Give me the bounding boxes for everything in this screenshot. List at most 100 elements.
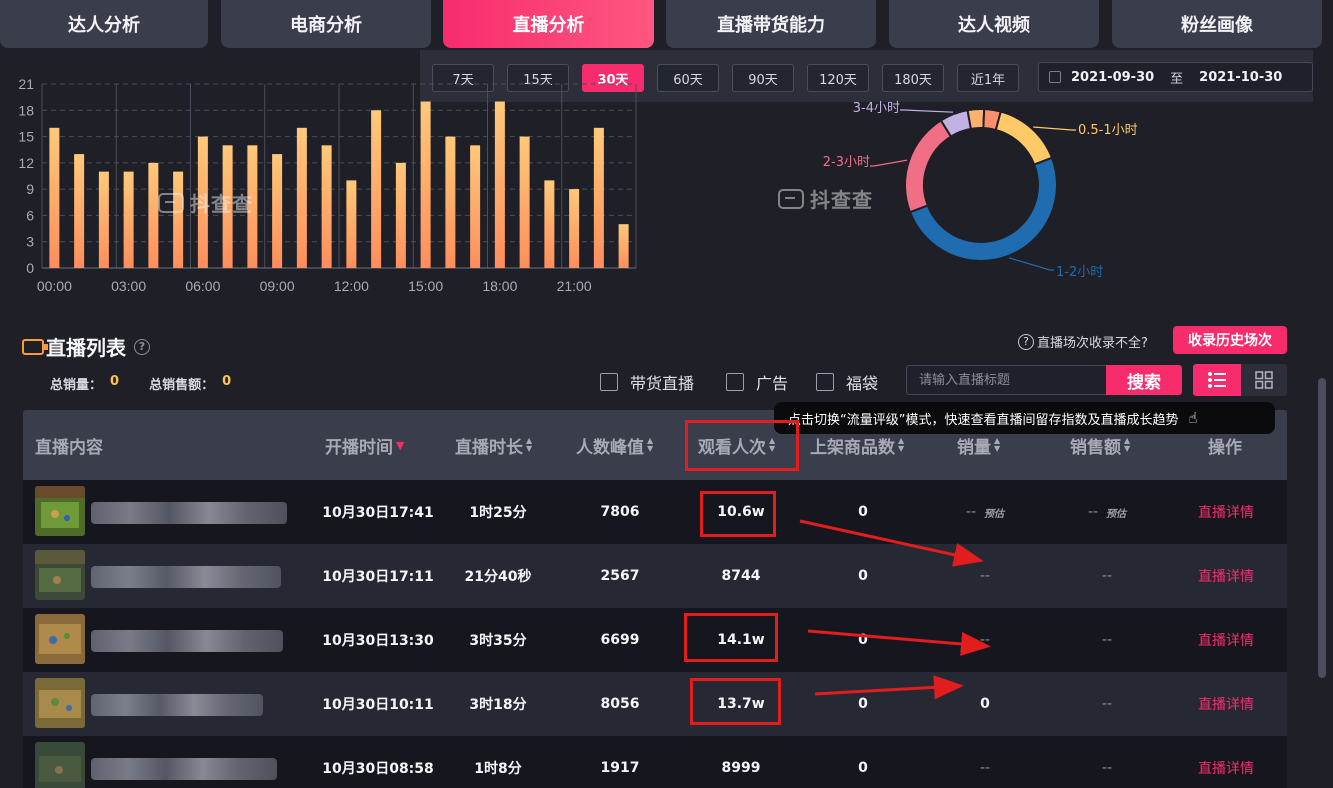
traffic-rating-tooltip: 点击切换“流量评级”模式，快速查看直播间留存指数及直播成长趋势 ☝ [774, 402, 1275, 434]
question-icon: ? [1018, 333, 1034, 350]
y-tick-label: 6 [26, 207, 34, 223]
col-live-content: 直播内容 [35, 437, 103, 458]
sales-cell: -- [979, 568, 991, 584]
checkbox[interactable] [816, 373, 834, 391]
annotation-box-views-row3 [684, 613, 778, 662]
checkbox[interactable] [600, 373, 618, 391]
amount-cell: -- [1101, 696, 1113, 712]
donut-label: 1-2小时 [1056, 265, 1103, 280]
sort-icon: ▲ ▼ [1124, 436, 1131, 453]
tab-live-sales-ability[interactable]: 直播带货能力 [666, 0, 876, 48]
duration-cell: 3时35分 [469, 633, 527, 649]
live-list-table: 直播内容 开播时间 ▼ 直播时长 ▲ ▼ 人数峰值 ▲ ▼ 观看人次 ▲ ▼ 上架商品数 ▲ ▼ … [23, 410, 1287, 788]
checkbox[interactable] [726, 373, 744, 391]
bar [395, 162, 406, 268]
bar [173, 171, 184, 268]
x-tick-label: 06:00 [185, 278, 220, 294]
search-button[interactable]: 搜索 [1106, 365, 1182, 395]
live-cover-thumbnail[interactable] [35, 614, 85, 664]
start-time-cell: 10月30日17:41 [322, 505, 434, 521]
record-history-button[interactable]: 收录历史场次 [1173, 326, 1287, 354]
donut-leader-line [1008, 257, 1054, 271]
tab-fan-profile[interactable]: 粉丝画像 [1112, 0, 1322, 48]
range-60-days-button[interactable]: 60天 [657, 64, 719, 92]
live-cover-thumbnail[interactable] [35, 742, 85, 788]
start-time-cell: 10月30日10:11 [322, 697, 434, 713]
date-end: 2021-10-30 [1199, 69, 1283, 85]
live-detail-link[interactable]: 直播详情 [1163, 672, 1289, 736]
duration-cell: 3时18分 [469, 697, 527, 713]
views-cell: 8999 [721, 760, 761, 776]
y-tick-label: 21 [18, 76, 34, 92]
views-cell: 8744 [721, 568, 761, 584]
grid-view-toggle[interactable] [1241, 364, 1287, 396]
totals-summary: 总销量： 0 总销售额： 0 [50, 374, 253, 393]
list-view-toggle[interactable] [1193, 364, 1241, 396]
filter-commerce-live[interactable]: 带货直播 [600, 370, 694, 394]
y-tick-label: 3 [26, 234, 34, 250]
donut-label: 3-4小时 [853, 101, 900, 116]
live-title-blurred [91, 502, 287, 524]
bar [494, 101, 505, 269]
bar [346, 180, 357, 268]
table-row: 10月30日13:30 3时35分 6699 14.1w 0 -- -- 直播详… [23, 608, 1287, 672]
range-90-days-button[interactable]: 90天 [732, 64, 794, 92]
col-start-time[interactable]: 开播时间 ▼ [325, 410, 404, 480]
donut-slice [908, 156, 1058, 262]
bar [445, 136, 456, 268]
live-list-title: 直播列表 ? [22, 332, 150, 361]
live-detail-link[interactable]: 直播详情 [1163, 608, 1289, 672]
products-cell: 0 [858, 632, 868, 648]
sales-cell: -- 预估 [965, 504, 1005, 520]
x-tick-label: 21:00 [557, 278, 592, 294]
tab-influencer-analysis[interactable]: 达人分析 [0, 0, 208, 48]
peak-cell: 1917 [600, 760, 640, 776]
x-tick-label: 12:00 [334, 278, 369, 294]
live-detail-link[interactable]: 直播详情 [1163, 480, 1289, 544]
incomplete-notice[interactable]: ? 直播场次收录不全? [1018, 332, 1148, 351]
tab-influencer-videos[interactable]: 达人视频 [889, 0, 1099, 48]
live-detail-link[interactable]: 直播详情 [1163, 736, 1289, 788]
tab-ecommerce-analysis[interactable]: 电商分析 [221, 0, 431, 48]
table-row: 10月30日08:58 1时8分 1917 8999 0 -- -- 直播详情 [23, 736, 1287, 788]
table-row: 10月30日17:11 21分40秒 2567 8744 0 -- -- 直播详… [23, 544, 1287, 608]
help-icon[interactable]: ? [134, 338, 150, 355]
live-title-search-input[interactable] [906, 365, 1107, 395]
sort-icon: ▲ ▼ [994, 436, 1001, 453]
range-180-days-button[interactable]: 180天 [882, 64, 944, 92]
live-cover-thumbnail[interactable] [35, 550, 85, 600]
live-title-blurred [91, 630, 283, 652]
live-cover-thumbnail[interactable] [35, 486, 85, 536]
tab-live-analysis[interactable]: 直播分析 [443, 0, 654, 48]
watermark-logo-icon [158, 192, 184, 213]
range-1-year-button[interactable]: 近1年 [957, 64, 1019, 92]
live-title-blurred [91, 694, 263, 716]
bar [321, 145, 332, 268]
filter-ads[interactable]: 广告 [726, 370, 788, 394]
products-cell: 0 [858, 504, 868, 520]
annotation-box-views-row1 [700, 491, 776, 537]
col-peak-viewers[interactable]: 人数峰值 ▲ ▼ [576, 410, 653, 480]
products-cell: 0 [858, 696, 868, 712]
start-time-cell: 10月30日17:11 [322, 569, 434, 585]
bar [74, 154, 85, 268]
sort-icon: ▲ ▼ [898, 436, 905, 453]
bar [569, 189, 580, 268]
bar [148, 162, 159, 268]
date-separator: 至 [1170, 71, 1184, 87]
filter-lucky-bag[interactable]: 福袋 [816, 370, 878, 394]
y-tick-label: 0 [26, 260, 34, 276]
col-duration[interactable]: 直播时长 ▲ ▼ [455, 410, 532, 480]
donut-leader-line [870, 159, 908, 167]
total-sales-value: 0 [110, 374, 120, 389]
live-detail-link[interactable]: 直播详情 [1163, 544, 1289, 608]
live-title-blurred [91, 566, 281, 588]
bar [371, 110, 382, 269]
date-range-picker[interactable]: 2021-09-30 至 2021-10-30 [1038, 62, 1313, 92]
page-scrollbar[interactable] [1318, 378, 1326, 678]
bar [123, 171, 134, 268]
donut-leader-line [1033, 126, 1076, 131]
range-120-days-button[interactable]: 120天 [807, 64, 869, 92]
table-row: 10月30日17:41 1时25分 7806 10.6w 0 -- 预估 -- 预估… [23, 480, 1287, 544]
live-cover-thumbnail[interactable] [35, 678, 85, 728]
